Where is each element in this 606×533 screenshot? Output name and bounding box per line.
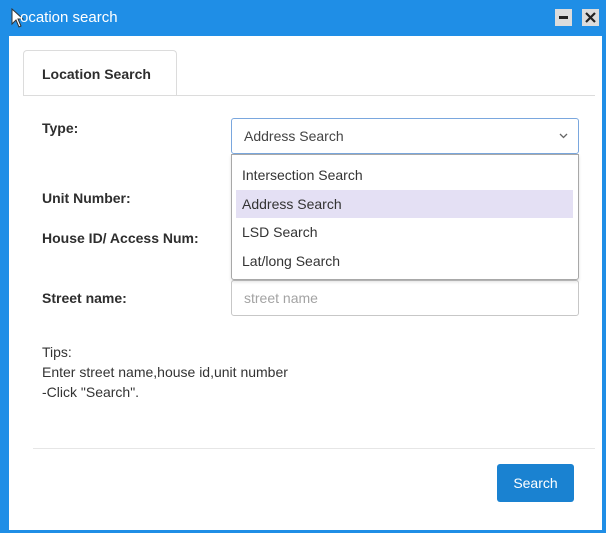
tab-divider	[23, 95, 595, 96]
tips-line-1: Enter street name,house id,unit number	[42, 364, 288, 380]
footer-divider	[33, 448, 595, 449]
minimize-button[interactable]	[555, 9, 572, 26]
dialog-content: Location Search Type: Address Search Uni…	[9, 36, 602, 530]
tab-location-search[interactable]: Location Search	[23, 50, 177, 96]
location-search-window: ocation search Location Search Type: Add…	[0, 0, 606, 533]
street-name-input[interactable]	[231, 280, 579, 316]
option-address-search[interactable]: Address Search	[236, 190, 573, 218]
search-button[interactable]: Search	[497, 464, 574, 502]
type-select-value: Address Search	[244, 128, 344, 144]
tips-heading: Tips:	[42, 344, 72, 360]
tips-line-2: -Click "Search".	[42, 384, 140, 400]
unit-number-label: Unit Number:	[42, 190, 131, 206]
option-intersection-search[interactable]: Intersection Search	[236, 161, 573, 189]
type-label: Type:	[42, 120, 79, 136]
window-title: ocation search	[20, 9, 118, 26]
house-id-label: House ID/ Access Num:	[42, 230, 199, 246]
type-dropdown-list: Intersection Search Address Search LSD S…	[231, 154, 579, 280]
chevron-down-icon	[559, 133, 568, 139]
option-latlong-search[interactable]: Lat/long Search	[236, 247, 573, 275]
title-bar[interactable]: ocation search	[9, 0, 602, 36]
tab-label: Location Search	[42, 66, 151, 82]
close-icon	[585, 12, 596, 23]
close-button[interactable]	[582, 9, 599, 26]
type-select[interactable]: Address Search	[231, 118, 579, 154]
street-name-label: Street name:	[42, 290, 127, 306]
tips-section: Tips: Enter street name,house id,unit nu…	[42, 342, 288, 402]
option-lsd-search[interactable]: LSD Search	[236, 218, 573, 246]
